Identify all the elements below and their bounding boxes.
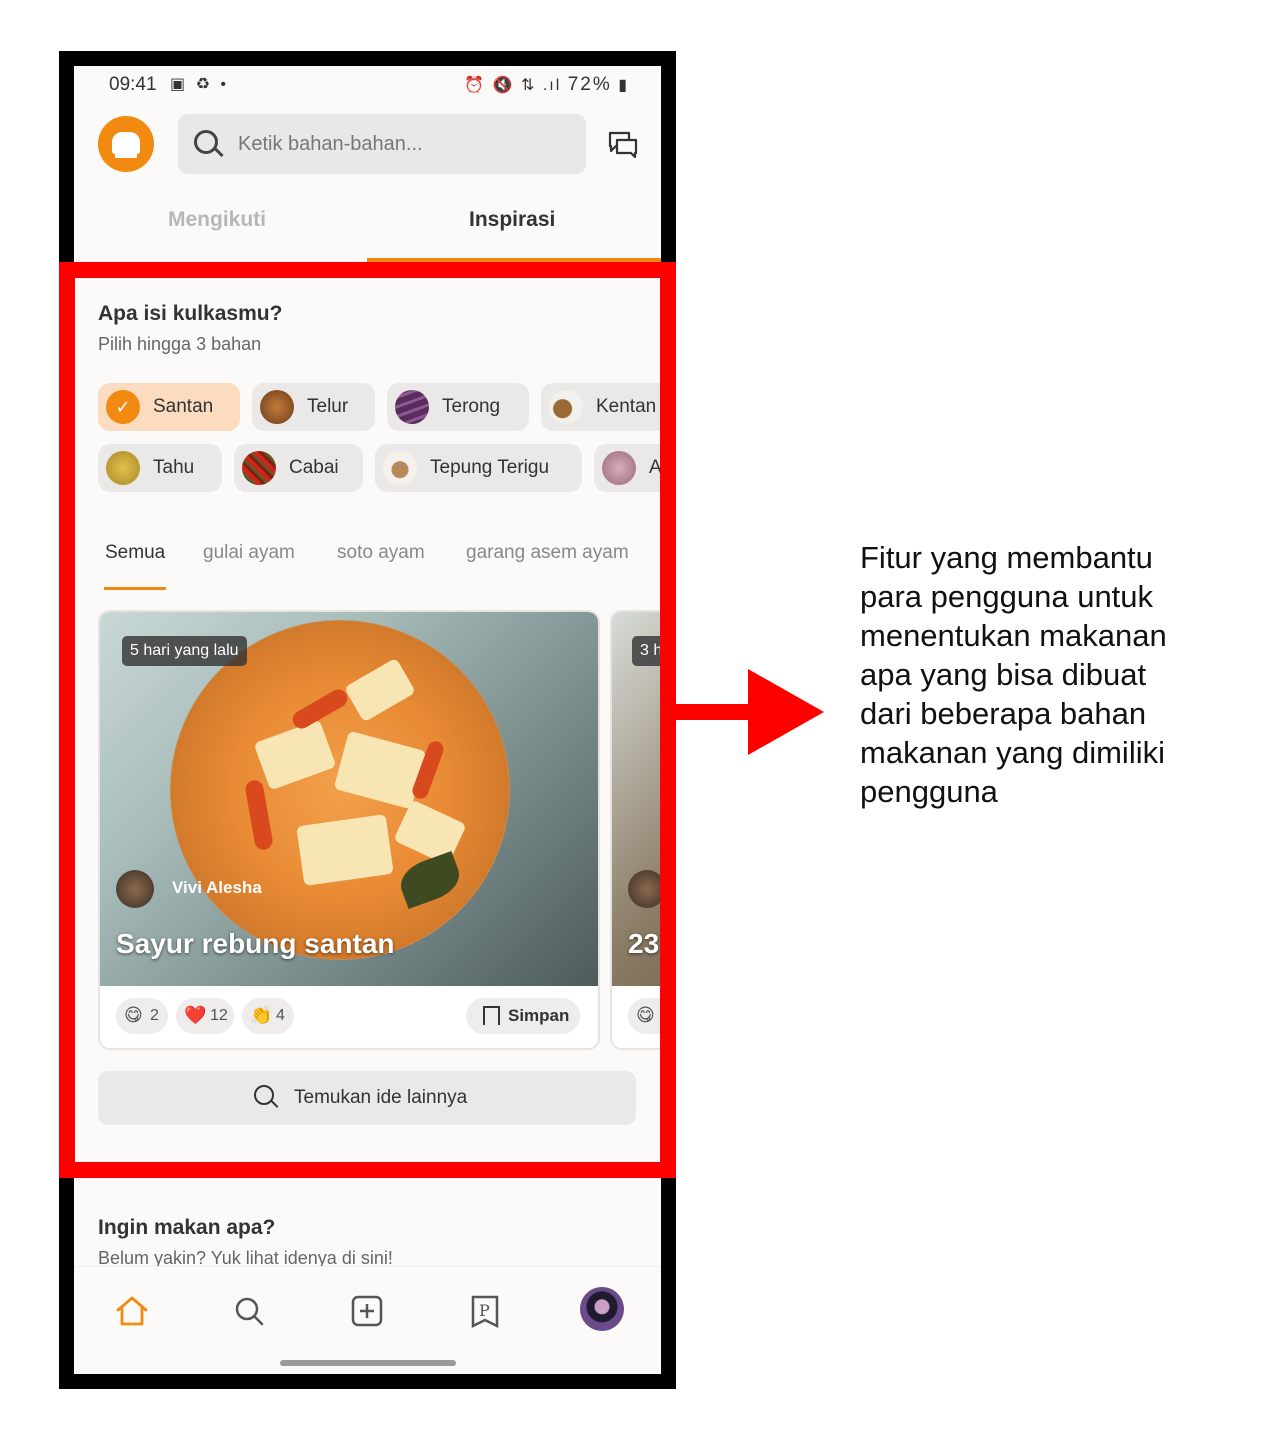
chef-hat-band bbox=[115, 152, 137, 158]
system-icons: ⏰ 🔇 ⇅ .ıl 72% ▮ bbox=[464, 74, 629, 95]
status-time: 09:41 bbox=[109, 74, 157, 95]
tab-mengikuti[interactable]: Mengikuti bbox=[168, 208, 266, 232]
add-recipe-icon[interactable] bbox=[349, 1293, 385, 1329]
chef-hat-icon bbox=[112, 132, 140, 154]
ingin-section-title: Ingin makan apa? bbox=[98, 1216, 276, 1239]
search-input[interactable] bbox=[236, 124, 570, 164]
annotation-text: Fitur yang membantu para pengguna untuk … bbox=[860, 540, 1167, 809]
search-bar[interactable] bbox=[178, 114, 586, 174]
profile-avatar[interactable] bbox=[580, 1287, 624, 1331]
feed-tabs: Mengikuti Inspirasi bbox=[74, 196, 661, 261]
svg-text:P: P bbox=[479, 1301, 490, 1320]
app-logo-icon[interactable] bbox=[98, 116, 154, 172]
tab-inspirasi[interactable]: Inspirasi bbox=[469, 208, 555, 232]
search-icon[interactable] bbox=[231, 1293, 267, 1329]
chat-icon[interactable] bbox=[607, 130, 639, 158]
arrow-shaft bbox=[676, 704, 752, 720]
notification-icons: ▣ ♻ • bbox=[170, 76, 229, 93]
collection-icon[interactable]: P bbox=[467, 1293, 503, 1329]
status-bar: 09:41 ▣ ♻ • ⏰ 🔇 ⇅ .ıl 72% ▮ bbox=[74, 66, 661, 106]
battery-level: 72% bbox=[567, 74, 612, 95]
highlight-box bbox=[59, 262, 676, 1178]
home-icon[interactable] bbox=[114, 1293, 150, 1329]
search-icon bbox=[194, 130, 218, 154]
bottom-navigation: P bbox=[74, 1266, 661, 1353]
home-indicator[interactable] bbox=[280, 1360, 456, 1366]
arrow-right-icon bbox=[748, 669, 824, 755]
